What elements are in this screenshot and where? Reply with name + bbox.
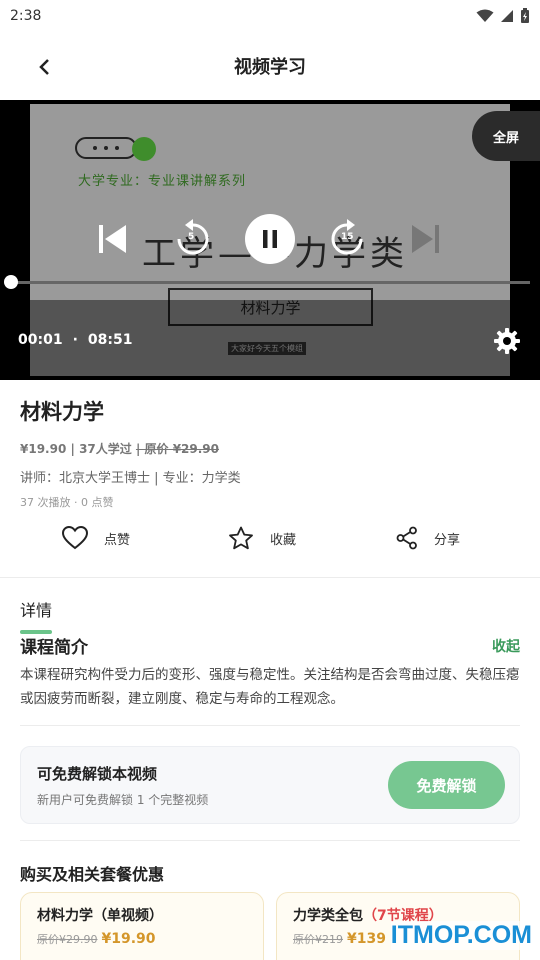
status-bar: 2:38 — [0, 0, 540, 32]
time-display: 00:01 · 08:51 — [18, 332, 132, 348]
skip-previous-icon — [99, 225, 126, 253]
favorite-button[interactable]: 收藏 — [228, 526, 296, 551]
bundle-price: 原价¥219 ¥139 — [293, 931, 386, 947]
gear-icon — [494, 328, 520, 354]
unlock-title: 可免费解锁本视频 — [37, 765, 158, 783]
learner-count: 37人学过 — [79, 442, 132, 456]
price-divider: | — [70, 442, 80, 456]
section-divider — [20, 840, 520, 841]
share-label: 分享 — [434, 532, 461, 548]
unlock-subtitle: 新用户可免费解锁 1 个完整视频 — [37, 793, 209, 807]
bundle-price: 原价¥29.90 ¥19.90 — [37, 931, 156, 947]
bundle-name: 材料力学（单视频） — [37, 908, 163, 924]
rewind-button[interactable]: 5 — [168, 214, 218, 264]
original-price: | 原价 ¥29.90 — [135, 442, 220, 456]
duration: 08:51 — [87, 332, 133, 348]
like-button[interactable]: 点赞 — [62, 526, 130, 550]
share-button[interactable]: 分享 — [396, 526, 460, 550]
action-bar: 点赞 收藏 分享 — [0, 516, 540, 564]
progress-handle[interactable] — [4, 275, 18, 289]
wifi-icon — [476, 9, 494, 22]
bundle-card-single[interactable]: 材料力学（单视频） 原价¥29.90 ¥19.90 — [20, 892, 264, 960]
status-icons — [476, 8, 530, 24]
collapse-link[interactable]: 收起 — [492, 636, 520, 656]
like-label: 点赞 — [104, 532, 131, 548]
heart-icon — [62, 526, 88, 550]
site-watermark: ITMOP.COM — [390, 921, 532, 950]
course-info: 材料力学 ¥19.90 | 37人学过 | 原价 ¥29.90 讲师：北京大学王… — [20, 380, 520, 510]
status-time: 2:38 — [10, 8, 42, 24]
chevron-left-icon — [39, 59, 49, 75]
unlock-card: 可免费解锁本视频 新用户可免费解锁 1 个完整视频 免费解锁 — [20, 746, 520, 824]
detail-heading: 详情 — [20, 601, 53, 620]
lecturer: 讲师：北京大学王博士 — [20, 471, 151, 486]
next-button[interactable] — [400, 214, 450, 264]
battery-icon — [521, 8, 529, 23]
lecturer-row: 讲师：北京大学王博士 | 专业：力学类 — [20, 467, 520, 486]
rewind-seconds: 5 — [188, 232, 195, 242]
app-bar: 视频学习 — [0, 32, 540, 100]
intro-title: 课程简介 — [20, 638, 88, 658]
section-divider — [0, 577, 540, 578]
forward-seconds: 15 — [341, 232, 354, 242]
pause-button[interactable] — [245, 214, 295, 264]
star-icon — [229, 526, 253, 550]
progress-bar[interactable] — [10, 281, 530, 284]
previous-button[interactable] — [88, 214, 138, 264]
bundle-new-price: ¥139 — [347, 931, 386, 947]
course-title: 材料力学 — [20, 400, 104, 424]
fullscreen-button[interactable]: 全屏 — [472, 111, 540, 161]
slide-subtitle: 大学专业：专业课讲解系列 — [78, 174, 247, 189]
price-row: ¥19.90 | 37人学过 | 原价 ¥29.90 — [20, 440, 520, 457]
current-time: 00:01 — [18, 332, 63, 348]
play-stats: 37 次播放 · 0 点赞 — [20, 496, 114, 509]
pause-icon — [263, 230, 277, 248]
intro-text: 本课程研究构件受力后的变形、强度与稳定性。关注结构是否会弯曲过度、失稳压瘪或因疲… — [20, 667, 520, 707]
back-button[interactable] — [30, 52, 60, 82]
time-separator: · — [72, 332, 78, 348]
course-price: ¥19.90 — [20, 442, 67, 456]
signal-icon — [501, 10, 513, 22]
slide-pill-decoration — [75, 137, 137, 159]
page-title: 视频学习 — [234, 57, 306, 78]
bundle-old-price: 原价¥29.90 — [37, 933, 98, 946]
settings-button[interactable] — [492, 326, 522, 356]
bundle-old-price: 原价¥219 — [293, 933, 343, 946]
skip-next-icon — [412, 225, 439, 253]
major: 专业：力学类 — [162, 471, 241, 486]
video-player[interactable]: 大学专业：专业课讲解系列 工学——力学类 材料力学 大家好今天五个模组 全屏 5… — [0, 100, 540, 380]
playback-controls: 5 15 — [0, 214, 540, 264]
slide-dot-decoration — [132, 137, 156, 161]
meta-divider: | — [154, 471, 163, 486]
free-unlock-button[interactable]: 免费解锁 — [388, 761, 505, 809]
bundle-new-price: ¥19.90 — [101, 931, 156, 947]
forward-button[interactable]: 15 — [322, 214, 372, 264]
section-divider — [20, 725, 520, 726]
share-icon — [396, 526, 417, 550]
bundle-heading: 购买及相关套餐优惠 — [20, 865, 165, 884]
favorite-label: 收藏 — [270, 533, 297, 548]
